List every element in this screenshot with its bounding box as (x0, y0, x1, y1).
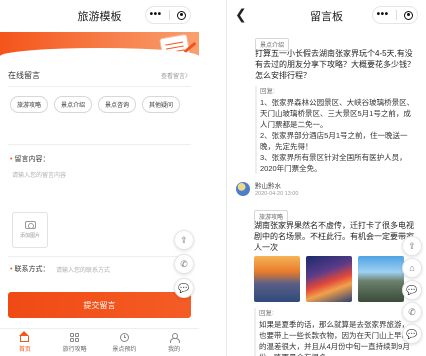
post-2-reply: 回复: 如果是夏季的话，那么就算是去张家界旅游，也要带上一些长款衣物，因为在天门… (254, 308, 414, 356)
header-banner (0, 32, 199, 58)
page-title: 留言板 (310, 11, 343, 23)
tab-booking[interactable]: 景点预约 (100, 329, 150, 356)
tab-label: 景点预约 (112, 346, 137, 353)
user-icon (170, 332, 181, 343)
reply-label: 回复: (259, 310, 274, 317)
message-board-page: ❮ 留言板 ••• 景点介绍 打算五一小长假去湖南张家界玩个4-5天,有没有去过… (226, 0, 426, 356)
page-title: 旅游模板 (77, 11, 122, 23)
category-tags: 旅游攻略 景点介绍 景点咨询 其他疑问 (10, 96, 190, 113)
tab-label: 旅行攻略 (62, 346, 87, 353)
phone-button[interactable]: ✆ (174, 254, 194, 274)
section-header: 在线留言 查看留言〉 (8, 68, 191, 82)
chat-button[interactable]: 💬 (402, 324, 422, 344)
view-messages-link[interactable]: 查看留言〉 (161, 71, 191, 80)
reply-label: 回复: (260, 88, 275, 95)
home-icon: ⌂ (409, 263, 415, 273)
home-button[interactable]: ⌂ (402, 258, 422, 278)
chat-button[interactable]: 💬 (402, 280, 422, 300)
reply-line: 3、张家界所有景区针对全国所有医护人员，2020年门票全免。 (260, 153, 407, 173)
phone-icon: ✆ (180, 258, 188, 269)
reply-text: 如果是夏季的话，那么就算是去张家界旅游，也要带上一些长款衣物，因为在天门山上早晚… (259, 320, 410, 356)
more-icon[interactable]: ••• (377, 10, 389, 20)
reply-line: 2、张家界部分酒店5月1号之前，住一晚送一晚，先定先得！ (260, 131, 408, 151)
submit-button[interactable]: 提交留言 (8, 292, 191, 318)
post-question: 打算五一小长假去湖南张家界玩个4-5天,有没有去过的朋友分享下攻略？大概要花多少… (255, 49, 415, 80)
post-2-text: 湖南张家界果然名不虚传，迁打卡了很多电视剧中的名场景。不枉此行。有机会一定要带家… (254, 221, 414, 252)
reply-line: 1、张家界森林公园景区、大峡谷玻璃桥景区、天门山玻璃桥景区、三大景区5月1号之前… (260, 98, 415, 129)
divider (8, 144, 191, 145)
content-textarea[interactable]: 请输入您的留言内容 (12, 170, 66, 179)
post-2-author: 黔山黔水 2020-04-20 13:00 (236, 180, 298, 197)
section-title: 在线留言 (8, 70, 40, 80)
add-image-button[interactable]: 添加图片 (12, 212, 48, 248)
tab-travel-guide[interactable]: 旅行攻略 (50, 329, 100, 356)
content-label: • 留言内容： (10, 156, 50, 163)
close-target-icon[interactable] (404, 10, 414, 20)
contact-input[interactable]: 请输入您的联系方式 (56, 265, 110, 274)
tab-profile[interactable]: 我的 (149, 329, 199, 356)
grid-icon (70, 332, 80, 342)
chat-icon: 💬 (406, 328, 418, 339)
tag-travel-guide[interactable]: 旅游攻略 (10, 96, 49, 113)
contact-label: • 联系方式： (10, 266, 50, 273)
mini-program-capsule: ••• (145, 6, 191, 24)
chat-icon: 💬 (406, 284, 418, 295)
share-icon: ⇪ (408, 240, 416, 251)
tag-attraction-inquiry[interactable]: 景点咨询 (98, 96, 137, 113)
post-time: 2020-04-20 13:00 (255, 191, 299, 197)
navbar: ❮ 留言板 ••• (227, 0, 426, 32)
tab-label: 首页 (18, 346, 31, 353)
tab-label: 我的 (168, 346, 181, 353)
capsule-divider (396, 10, 397, 20)
chat-button[interactable]: 💬 (174, 278, 194, 298)
phone-icon: ✆ (408, 306, 416, 317)
photo-thumbnail[interactable] (358, 256, 404, 302)
banner-wave (0, 48, 199, 58)
author-name: 黔山黔水 (255, 183, 281, 190)
form-page: 旅游模板 ••• 在线留言 查看留言〉 旅游攻略 景点介绍 景点咨询 其他疑问 … (0, 0, 199, 356)
mini-program-capsule: ••• (372, 6, 418, 24)
tag-attraction-intro[interactable]: 景点介绍 (54, 96, 93, 113)
post-reply: 回复: 1、张家界森林公园景区、大峡谷玻璃桥景区、天门山玻璃桥景区、三大景区5月… (255, 86, 416, 174)
close-target-icon[interactable] (177, 10, 187, 20)
photo-thumbnail[interactable] (306, 256, 352, 302)
capsule-divider (169, 10, 170, 20)
chat-icon: 💬 (178, 282, 190, 293)
tag-other-questions[interactable]: 其他疑问 (142, 96, 181, 113)
share-button[interactable]: ⇪ (174, 230, 194, 250)
avatar[interactable] (236, 181, 250, 196)
share-button[interactable]: ⇪ (402, 236, 422, 256)
clock-icon (119, 332, 129, 342)
add-image-label: 添加图片 (19, 233, 40, 239)
post-2-photos (254, 256, 404, 302)
divider (8, 86, 191, 87)
navbar: 旅游模板 ••• (0, 0, 199, 32)
back-arrow-icon[interactable]: ❮ (235, 6, 247, 23)
phone-button[interactable]: ✆ (402, 302, 422, 322)
tab-home[interactable]: 首页 (0, 329, 50, 356)
home-icon (19, 330, 30, 342)
more-icon[interactable]: ••• (150, 10, 162, 20)
camera-icon (24, 221, 36, 229)
photo-thumbnail[interactable] (254, 256, 300, 302)
tab-bar: 首页 旅行攻略 景点预约 我的 (0, 328, 199, 356)
divider (8, 256, 191, 257)
share-icon: ⇪ (180, 234, 188, 245)
